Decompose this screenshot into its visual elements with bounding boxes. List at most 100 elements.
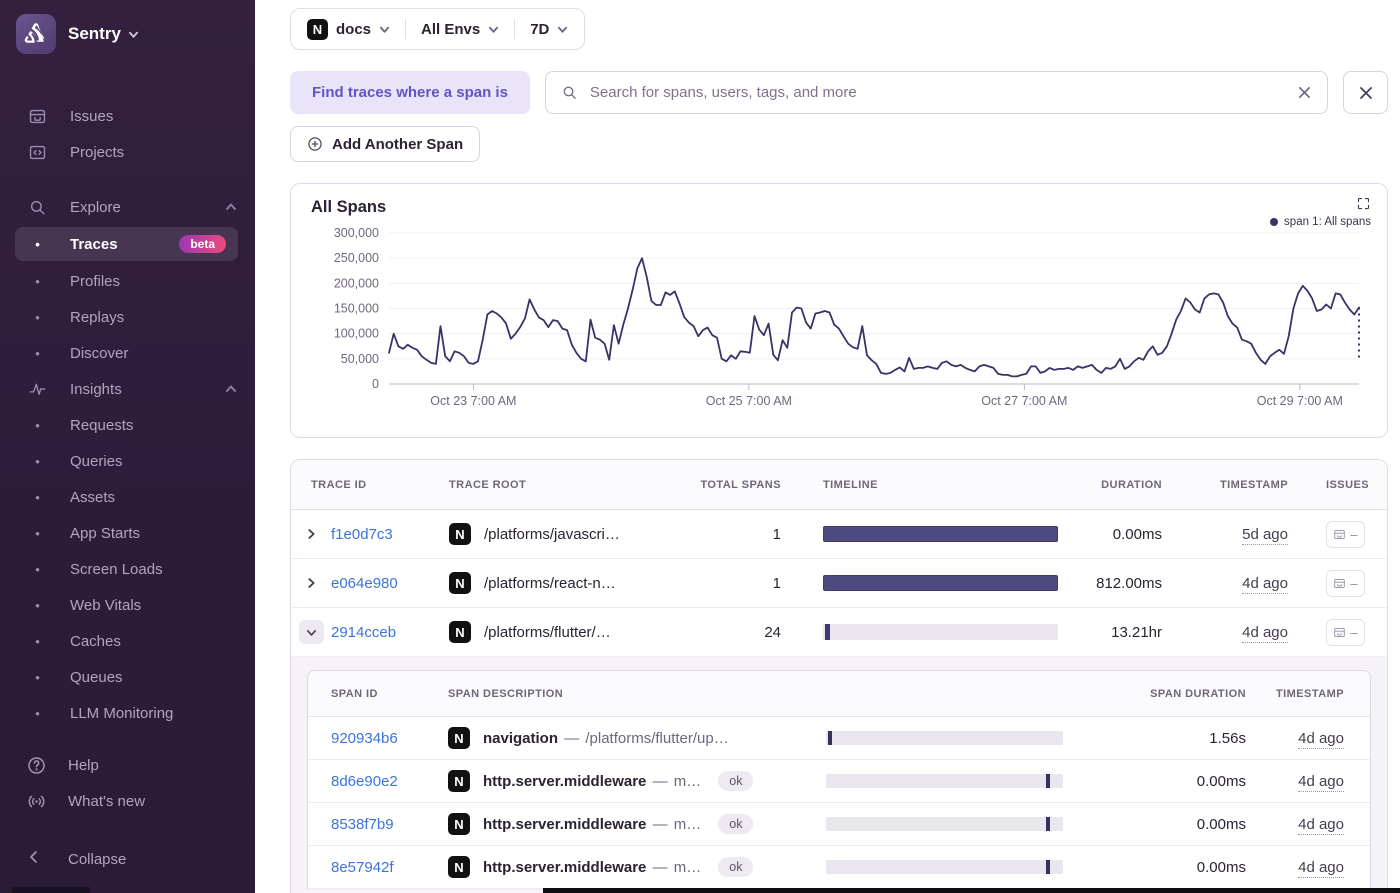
sidebar-item-label: Projects <box>70 143 125 161</box>
sidebar-item-queries[interactable]: • Queries <box>0 443 255 479</box>
nextjs-icon: N <box>448 727 470 749</box>
bullet-icon: • <box>35 705 40 721</box>
expand-chart-icon[interactable] <box>1356 196 1371 211</box>
timestamp-link[interactable]: 4d ago <box>1298 729 1344 749</box>
span-duration-value: 0.00ms <box>1196 772 1246 790</box>
span-marker <box>828 731 832 745</box>
project-name: docs <box>336 20 372 38</box>
spans-line-chart[interactable]: 0 50,000 100,000 150,000 200,000 250,000 300,0… <box>311 227 1371 417</box>
span-search-input[interactable] <box>587 83 1287 102</box>
timeline-bar[interactable] <box>823 624 1058 640</box>
issues-count-button[interactable]: – <box>1326 520 1365 548</box>
issues-count: – <box>1350 575 1358 591</box>
bullet-icon: • <box>35 597 40 613</box>
sidebar-item-llm-monitoring[interactable]: • LLM Monitoring <box>0 695 255 731</box>
span-row[interactable]: 8d6e90e2 N http.server.middleware — m… o… <box>308 760 1370 803</box>
nextjs-icon: N <box>448 856 470 878</box>
clear-search-icon[interactable] <box>1297 85 1312 100</box>
span-row[interactable]: 8e57942f N http.server.middleware — m… o… <box>308 846 1370 889</box>
span-id-link[interactable]: 8538f7b9 <box>331 816 394 833</box>
trace-id-link[interactable]: e064e980 <box>331 575 398 592</box>
chart-legend[interactable]: span 1: All spans <box>1270 216 1371 228</box>
total-spans-value: 24 <box>764 623 781 641</box>
bullet-icon: • <box>35 273 40 289</box>
org-switcher[interactable]: Sentry <box>68 24 139 44</box>
trace-id-link[interactable]: f1e0d7c3 <box>331 526 393 543</box>
sidebar-item-replays[interactable]: • Replays <box>0 299 255 335</box>
sidebar-item-assets[interactable]: • Assets <box>0 479 255 515</box>
sidebar-item-app-starts[interactable]: • App Starts <box>0 515 255 551</box>
svg-text:150,000: 150,000 <box>334 302 379 316</box>
environment-selector[interactable]: All Envs <box>421 21 499 38</box>
chevron-up-icon <box>225 383 237 395</box>
timestamp-link[interactable]: 4d ago <box>1298 815 1344 835</box>
divider <box>514 19 516 39</box>
timestamp-link[interactable]: 4d ago <box>1242 623 1288 643</box>
table-row-expanded[interactable]: 2914cceb N/platforms/flutter/… 24 13.21h… <box>291 608 1387 657</box>
timestamp-link[interactable]: 4d ago <box>1242 574 1288 594</box>
separator: — <box>564 729 580 747</box>
expand-row-icon[interactable] <box>304 527 318 541</box>
trace-id-link[interactable]: 2914cceb <box>331 624 396 641</box>
span-timeline-bar[interactable] <box>826 860 1063 874</box>
timestamp-link[interactable]: 4d ago <box>1298 858 1344 878</box>
span-id-link[interactable]: 8e57942f <box>331 859 394 876</box>
span-timeline-bar[interactable] <box>826 817 1063 831</box>
add-another-span-button[interactable]: Add Another Span <box>290 126 481 162</box>
sidebar-item-requests[interactable]: • Requests <box>0 407 255 443</box>
sidebar-item-profiles[interactable]: • Profiles <box>0 263 255 299</box>
sidebar-item-queues[interactable]: • Queues <box>0 659 255 695</box>
trace-root: /platforms/react-n… <box>484 574 616 592</box>
issues-count-button[interactable]: – <box>1326 569 1365 597</box>
span-timeline-bar[interactable] <box>826 774 1063 788</box>
sentry-logo-icon[interactable] <box>16 14 56 54</box>
span-timeline-bar[interactable] <box>826 731 1063 745</box>
total-spans-value: 1 <box>772 525 781 543</box>
screen-artifact <box>543 888 1400 893</box>
issues-count-button[interactable]: – <box>1326 618 1365 646</box>
sidebar-item-traces[interactable]: • Traces beta <box>15 227 238 261</box>
page-filter-bar: N docs All Envs 7D <box>290 8 586 50</box>
span-status-badge: ok <box>718 771 754 791</box>
sidebar-item-whats-new[interactable]: What's new <box>0 783 255 819</box>
sidebar-item-caches[interactable]: • Caches <box>0 623 255 659</box>
svg-text:300,000: 300,000 <box>334 227 379 240</box>
beta-badge: beta <box>179 235 226 253</box>
remove-span-button[interactable] <box>1343 71 1388 114</box>
timestamp-link[interactable]: 4d ago <box>1298 772 1344 792</box>
span-row[interactable]: 920934b6 N navigation — /platforms/flutt… <box>308 717 1370 760</box>
span-row[interactable]: 8538f7b9 N http.server.middleware — m… o… <box>308 803 1370 846</box>
org-name: Sentry <box>68 24 121 43</box>
sidebar-item-screen-loads[interactable]: • Screen Loads <box>0 551 255 587</box>
span-search-box[interactable] <box>544 71 1328 114</box>
project-selector[interactable]: N docs <box>307 18 390 40</box>
sidebar-section-explore[interactable]: Explore <box>0 189 255 225</box>
span-id-link[interactable]: 8d6e90e2 <box>331 773 398 790</box>
expand-row-icon[interactable] <box>304 576 318 590</box>
span-duration-value: 1.56s <box>1209 729 1246 747</box>
search-icon <box>561 84 578 101</box>
chevron-up-icon <box>225 201 237 213</box>
collapse-row-button[interactable] <box>298 620 324 644</box>
nextjs-icon: N <box>307 18 328 40</box>
sidebar-item-label: Assets <box>70 488 116 506</box>
sidebar-item-web-vitals[interactable]: • Web Vitals <box>0 587 255 623</box>
svg-text:Oct 29 7:00 AM: Oct 29 7:00 AM <box>1257 394 1343 408</box>
sidebar-section-insights[interactable]: Insights <box>0 371 255 407</box>
sidebar-item-help[interactable]: Help <box>0 747 255 783</box>
timestamp-link[interactable]: 5d ago <box>1242 525 1288 545</box>
sidebar-collapse-button[interactable]: Collapse <box>0 841 255 877</box>
table-row[interactable]: e064e980 N/platforms/react-n… 1 812.00ms… <box>291 559 1387 608</box>
col-timeline: TIMELINE <box>823 478 878 491</box>
chevron-down-icon <box>306 629 316 636</box>
svg-text:200,000: 200,000 <box>334 276 379 290</box>
timeline-bar[interactable] <box>823 575 1058 591</box>
sidebar-item-projects[interactable]: Projects <box>0 134 255 170</box>
span-id-link[interactable]: 920934b6 <box>331 730 398 747</box>
sidebar-item-issues[interactable]: Issues <box>0 98 255 134</box>
sidebar-item-label: Issues <box>70 107 114 125</box>
sidebar-item-discover[interactable]: • Discover <box>0 335 255 371</box>
timeline-bar[interactable] <box>823 526 1058 542</box>
table-row[interactable]: f1e0d7c3 N/platforms/javascri… 1 0.00ms … <box>291 510 1387 559</box>
date-range-selector[interactable]: 7D <box>530 21 568 38</box>
